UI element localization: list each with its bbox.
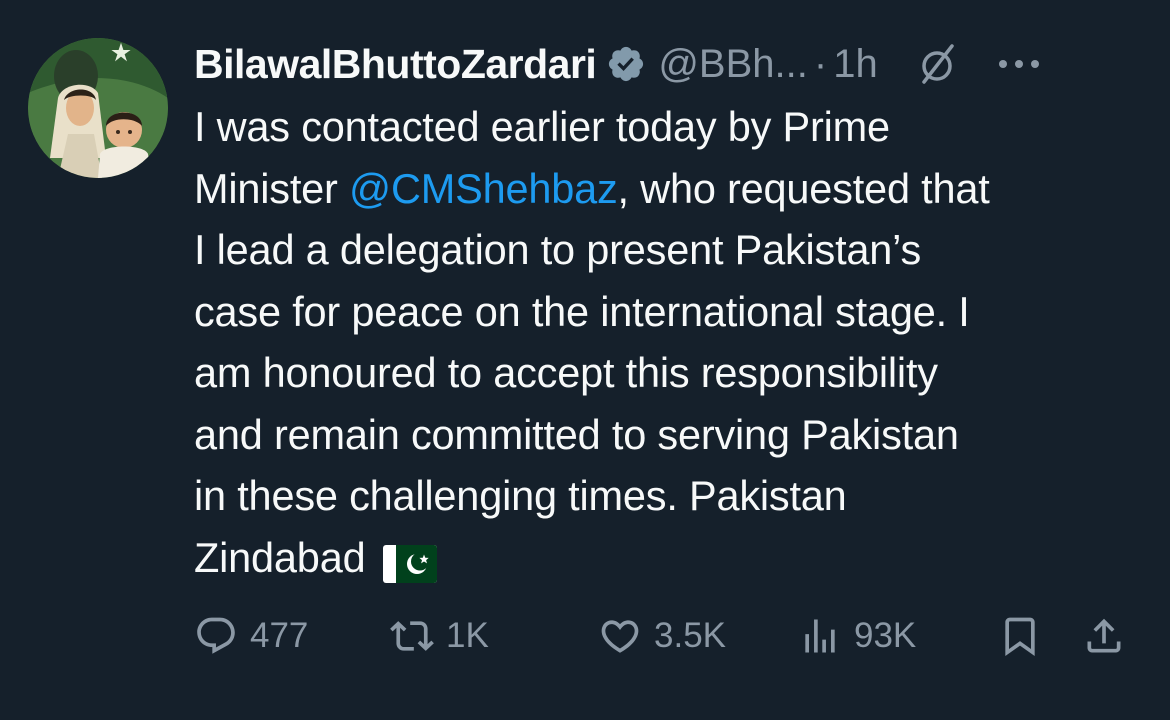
- repost-icon: [390, 614, 434, 658]
- author-name[interactable]: BilawalBhuttoZardari: [194, 41, 597, 88]
- tweet-text: I was contacted earlier today by Prime M…: [194, 96, 1144, 588]
- pakistan-flag-icon: [382, 538, 437, 583]
- timestamp[interactable]: 1h: [833, 42, 878, 87]
- repost-count: 1K: [446, 616, 489, 655]
- grok-icon[interactable]: [916, 42, 960, 86]
- tweet-line: Minister @CMShehbaz, who requested that: [194, 158, 1144, 220]
- tweet-line: case for peace on the international stag…: [194, 287, 970, 335]
- tweet-header: BilawalBhuttoZardari @BBh... · 1h: [194, 34, 1154, 94]
- verified-badge-icon[interactable]: [606, 44, 646, 84]
- tweet-line-text: Minister: [194, 164, 350, 212]
- share-button[interactable]: [1082, 610, 1126, 662]
- mention-link[interactable]: @CMShehbaz: [349, 165, 618, 212]
- tweet[interactable]: BilawalBhuttoZardari @BBh... · 1h I was …: [0, 0, 1170, 720]
- like-count: 3.5K: [654, 616, 726, 655]
- tweet-line: I was contacted earlier today by Prime: [194, 103, 890, 150]
- reply-button[interactable]: 477: [194, 610, 308, 662]
- tweet-line-text: Zindabad: [194, 533, 366, 581]
- like-button[interactable]: 3.5K: [598, 610, 726, 662]
- bookmark-icon: [998, 614, 1042, 658]
- tweet-line: Zindabad: [194, 527, 1144, 589]
- author-handle[interactable]: @BBh...: [658, 42, 808, 87]
- tweet-line: am honoured to accept this responsibilit…: [194, 349, 938, 396]
- like-icon: [598, 614, 642, 658]
- separator-dot: ·: [813, 41, 828, 86]
- tweet-line: I lead a delegation to present Pakistan’…: [194, 226, 922, 273]
- tweet-line: and remain committed to serving Pakistan: [194, 410, 959, 458]
- action-bar: 477 1K 3.5K 93K: [194, 610, 1144, 662]
- more-icon[interactable]: [996, 54, 1042, 74]
- avatar[interactable]: [28, 38, 168, 178]
- share-icon: [1082, 614, 1126, 658]
- tweet-line-text: , who requested that: [617, 164, 990, 212]
- tweet-line: in these challenging times. Pakistan: [194, 472, 847, 519]
- repost-button[interactable]: 1K: [390, 610, 489, 662]
- reply-icon: [194, 614, 238, 658]
- views-button[interactable]: 93K: [798, 610, 916, 662]
- views-icon: [798, 614, 842, 658]
- views-count: 93K: [854, 616, 917, 655]
- reply-count: 477: [250, 616, 309, 655]
- bookmark-button[interactable]: [998, 610, 1042, 662]
